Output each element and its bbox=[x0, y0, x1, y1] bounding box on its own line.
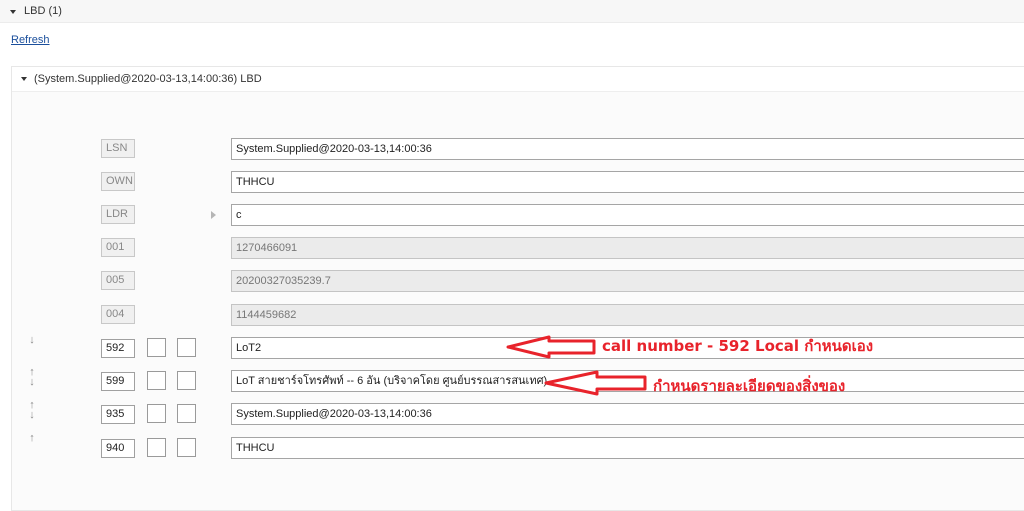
annotation-call-number: call number - 592 Local กำหนดเอง bbox=[602, 337, 874, 355]
annotation-arrow-icon bbox=[506, 335, 596, 359]
annotation-details: กำหนดรายละเอียดของสิ่งของ bbox=[653, 377, 846, 395]
annotation-arrow-icon bbox=[544, 370, 647, 396]
annotation-arrows bbox=[506, 335, 647, 396]
